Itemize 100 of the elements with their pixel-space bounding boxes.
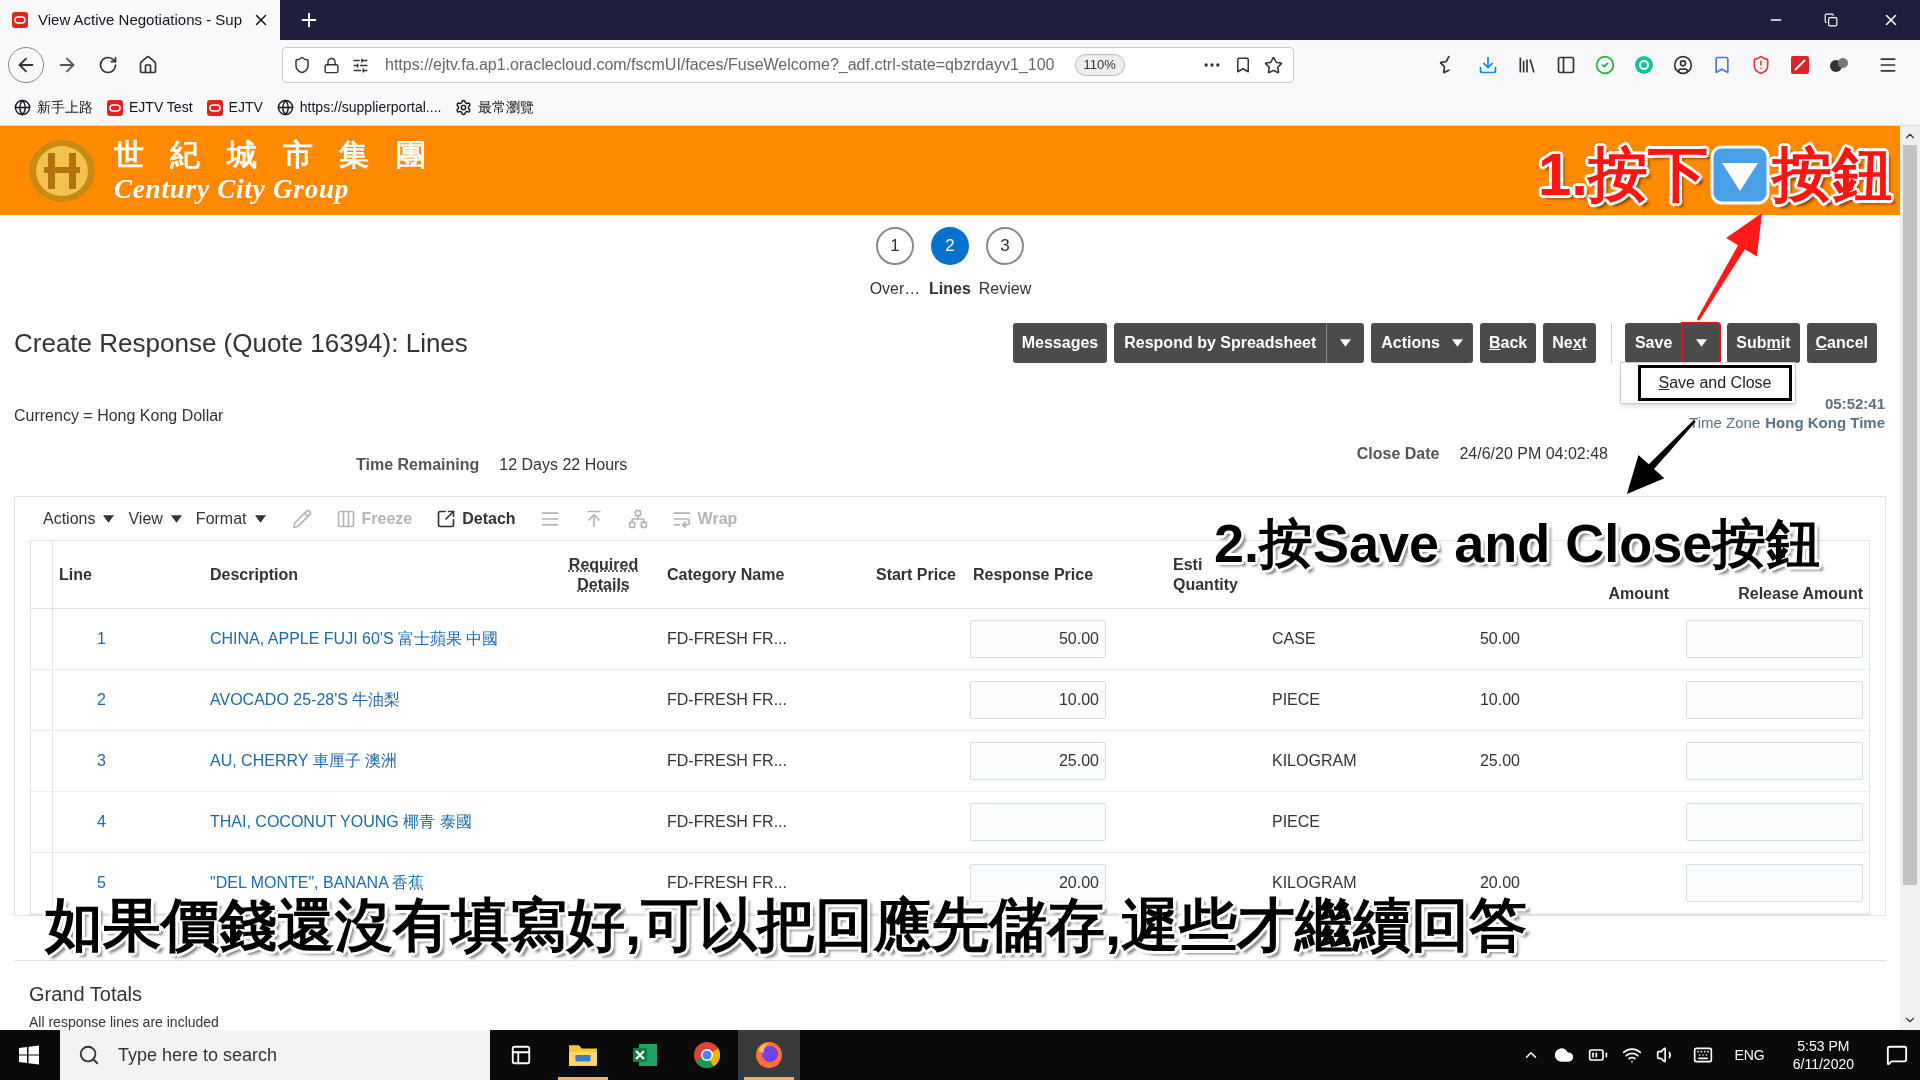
- column-header[interactable]: Required: [568, 554, 639, 575]
- line-number-link[interactable]: 3: [53, 749, 106, 773]
- price-input[interactable]: 50.00: [970, 620, 1106, 658]
- description-link[interactable]: AU, CHERRY 車厘子 澳洲: [191, 749, 397, 773]
- bookmark-icon[interactable]: [1712, 55, 1732, 75]
- line-number-link[interactable]: 2: [53, 688, 106, 712]
- bookmark-item[interactable]: EJTV Test: [107, 97, 193, 118]
- amount-input[interactable]: [1686, 864, 1863, 902]
- toolbar-button[interactable]: Messages: [1012, 323, 1108, 363]
- train-stop-label[interactable]: Review: [978, 277, 1032, 301]
- table-cell-text: FD-FRESH FR...: [666, 629, 787, 649]
- menu-item[interactable]: Save and Close: [1638, 365, 1792, 401]
- wifi-icon[interactable]: [1622, 1045, 1643, 1065]
- column-header[interactable]: Details: [577, 574, 630, 595]
- column-header[interactable]: Description: [210, 564, 298, 585]
- step-annotation: 1.按下 按鈕: [1538, 140, 1893, 210]
- column-header[interactable]: Line: [59, 564, 92, 585]
- toolbar-button[interactable]: Cancel: [1806, 323, 1877, 363]
- windows-logo-icon[interactable]: [19, 1045, 39, 1065]
- search-icon: [78, 1044, 100, 1066]
- table-cell-text: FD-FRESH FR...: [666, 873, 787, 893]
- reload-icon[interactable]: [98, 55, 118, 75]
- column-header[interactable]: Response Price: [973, 564, 1094, 585]
- train-stop-label[interactable]: Over…: [869, 277, 921, 301]
- column-header[interactable]: Esti: [1173, 554, 1203, 575]
- description-link[interactable]: AVOCADO 25-28'S 牛油梨: [191, 688, 401, 712]
- browser-logo-icon: [693, 1041, 721, 1069]
- description-link[interactable]: CHINA, APPLE FUJI 60'S 富士蘋果 中國: [191, 627, 499, 651]
- language-indicator[interactable]: ENG: [1734, 1044, 1765, 1066]
- column-header[interactable]: Quantity: [1173, 574, 1238, 595]
- train-stop-label[interactable]: Lines: [929, 277, 971, 301]
- account-icon[interactable]: [1673, 55, 1693, 75]
- menu-icon[interactable]: [1878, 55, 1898, 75]
- toolbar-menu[interactable]: Format: [195, 506, 266, 531]
- sidebar-icon[interactable]: [1556, 55, 1576, 75]
- taskbar-app[interactable]: [738, 1030, 800, 1080]
- price-input[interactable]: 25.00: [970, 742, 1106, 780]
- toolbar-menu[interactable]: View: [128, 506, 182, 531]
- menu-button[interactable]: Actions: [1371, 323, 1473, 363]
- site-icon: [206, 99, 223, 116]
- taskbar-search-field[interactable]: Type here to search: [60, 1030, 490, 1080]
- shield-alert-icon[interactable]: [1751, 55, 1771, 75]
- address-bar[interactable]: https://ejtv.fa.ap1.oraclecloud.com/fscmUI/faces/FuseWelcome?_adf.ctrl-state=qbzrdayv1_100 110%: [282, 47, 1294, 83]
- browser-tab[interactable]: View Active Negotiations - Sup: [0, 0, 280, 40]
- table-cell-text: 50.00: [1479, 629, 1521, 649]
- split-button[interactable]: Save: [1624, 323, 1683, 363]
- scrollbar-thumb[interactable]: [1903, 145, 1917, 885]
- table-cell-text: PIECE: [1271, 812, 1320, 832]
- hierarchy-icon: [627, 508, 648, 529]
- detach-icon: [436, 508, 457, 529]
- description-link[interactable]: THAI, COCONUT YOUNG 椰青 泰國: [191, 810, 472, 834]
- amount-input[interactable]: [1686, 681, 1863, 719]
- download-icon[interactable]: [1478, 55, 1498, 75]
- zoom-badge[interactable]: 110%: [1074, 54, 1125, 76]
- site-icon: [107, 99, 123, 116]
- amount-input[interactable]: [1686, 620, 1863, 658]
- split-button[interactable]: Respond by Spreadsheet: [1114, 323, 1327, 363]
- column-header[interactable]: Amount: [1608, 584, 1669, 604]
- extension-icon[interactable]: [1829, 55, 1849, 75]
- column-header[interactable]: Release Amount: [1738, 584, 1863, 604]
- time-zone-label: Time Zone: [1689, 413, 1761, 432]
- home-icon[interactable]: [138, 55, 158, 75]
- cloud-icon[interactable]: [1554, 1045, 1575, 1065]
- price-input[interactable]: [970, 803, 1106, 841]
- logo-english-text: Century City Group: [114, 172, 351, 205]
- task-view-icon: [510, 1044, 532, 1066]
- table-cell-text: KILOGRAM: [1271, 873, 1357, 893]
- bookmark-item[interactable]: 最常瀏覽: [455, 97, 535, 118]
- column-header[interactable]: Category Name: [667, 564, 785, 585]
- scrollbar[interactable]: [1900, 126, 1920, 1030]
- bookmark-item[interactable]: https://supplierportal....: [276, 97, 442, 118]
- train-stop[interactable]: 3: [986, 227, 1024, 265]
- amount-input[interactable]: [1686, 742, 1863, 780]
- check-icon[interactable]: [1595, 55, 1615, 75]
- bookmark-item[interactable]: 新手上路: [14, 97, 93, 118]
- restore-icon[interactable]: [1824, 13, 1838, 27]
- toolbar-button[interactable]: Next: [1543, 323, 1596, 363]
- clock-time[interactable]: 5:53 PM: [1797, 1037, 1850, 1055]
- table-cell-text: FD-FRESH FR...: [666, 751, 787, 771]
- star-icon[interactable]: [1264, 55, 1283, 75]
- toolbar-button[interactable]: Submit: [1727, 323, 1800, 363]
- toolbar-tool[interactable]: Detach: [436, 506, 516, 531]
- table-cell-text: FD-FRESH FR...: [666, 812, 787, 832]
- line-number-link[interactable]: 1: [53, 627, 106, 651]
- note-text: All response lines are included: [29, 1014, 220, 1030]
- clock-date[interactable]: 6/11/2020: [1792, 1055, 1854, 1073]
- train-stop[interactable]: 2: [931, 227, 969, 265]
- line-number-link[interactable]: 4: [53, 810, 106, 834]
- library-icon[interactable]: [1517, 55, 1537, 75]
- price-input[interactable]: 10.00: [970, 681, 1106, 719]
- amount-input[interactable]: [1686, 803, 1863, 841]
- notifications-icon[interactable]: [1886, 1044, 1908, 1066]
- train-stop[interactable]: 1: [876, 227, 914, 265]
- sliders-icon: [352, 56, 369, 74]
- split-menu-button[interactable]: [1326, 323, 1365, 363]
- split-menu-button[interactable]: [1682, 323, 1721, 363]
- toolbar-menu[interactable]: Actions: [43, 506, 115, 531]
- column-header[interactable]: Start Price: [875, 564, 956, 585]
- toolbar-button[interactable]: Back: [1479, 323, 1537, 363]
- bookmark-item[interactable]: EJTV: [206, 97, 263, 118]
